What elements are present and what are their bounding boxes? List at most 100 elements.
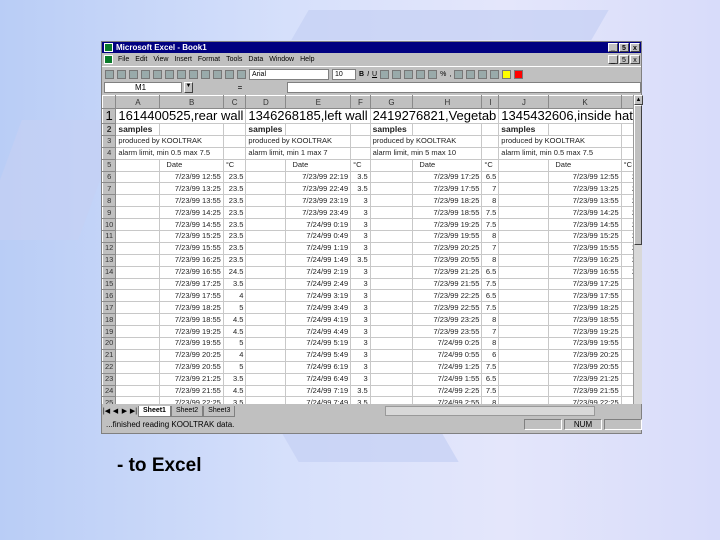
alarm-limit-cell[interactable]: alarm limit, min 0.5 max 7.5 [498, 146, 622, 160]
row-header[interactable]: 23 [102, 372, 117, 386]
date-cell[interactable]: 7/24/99 0:25 [412, 337, 483, 350]
equals-button[interactable]: = [195, 83, 285, 92]
column-header-d[interactable]: D [245, 95, 287, 109]
date-cell[interactable]: 7/23/99 20:55 [548, 360, 622, 374]
help-icon[interactable] [237, 69, 246, 79]
date-cell[interactable]: 7/23/99 13:25 [548, 182, 622, 196]
cell[interactable] [115, 289, 161, 303]
cell[interactable] [245, 230, 287, 243]
temp-header-cell[interactable]: °C [620, 158, 633, 172]
temperature-cell[interactable]: 3.5 [350, 396, 371, 404]
temperature-cell[interactable]: 23.5 [620, 253, 633, 267]
prev-sheet-icon[interactable]: ◀ [111, 407, 120, 415]
name-box-dropdown[interactable]: ▼ [184, 82, 193, 93]
cell[interactable] [115, 313, 161, 327]
cell[interactable] [115, 277, 161, 291]
row-header[interactable]: 21 [102, 348, 117, 362]
temperature-cell[interactable]: 7 [481, 241, 500, 255]
row-header[interactable]: 5 [102, 158, 117, 172]
cell[interactable] [245, 301, 287, 315]
cell[interactable] [498, 182, 550, 196]
date-cell[interactable]: 7/23/99 21:25 [159, 372, 224, 386]
date-cell[interactable]: 7/23/99 15:55 [548, 241, 622, 255]
temperature-cell[interactable]: 23.5 [620, 218, 633, 232]
producer-cell[interactable]: produced by KOOLTRAK [115, 134, 224, 148]
temperature-cell[interactable]: 8 [481, 194, 500, 208]
temperature-cell[interactable]: 4.5 [222, 384, 247, 398]
column-header-i[interactable]: I [481, 95, 500, 109]
column-header-k[interactable]: K [548, 95, 622, 109]
temp-header-cell[interactable]: °C [481, 158, 500, 172]
cell[interactable] [245, 241, 287, 255]
increase-decimal-icon[interactable] [454, 69, 464, 79]
date-cell[interactable]: 7/23/99 22:25 [412, 289, 483, 303]
cell[interactable] [245, 170, 287, 184]
fill-color-icon[interactable] [502, 69, 512, 79]
cell[interactable] [620, 123, 633, 136]
menu-edit[interactable]: Edit [135, 53, 147, 66]
underline-button[interactable]: U [372, 71, 377, 78]
cell[interactable] [498, 289, 550, 303]
date-cell[interactable]: 7/24/99 3:49 [285, 301, 352, 315]
title-cell[interactable]: 1614400525,rear wall [115, 108, 247, 124]
date-cell[interactable]: 7/24/99 7:49 [285, 396, 352, 404]
date-cell[interactable]: 7/23/99 18:55 [412, 206, 483, 220]
date-cell[interactable]: 7/23/99 17:25 [159, 277, 224, 291]
cell[interactable] [498, 277, 550, 291]
cell[interactable] [245, 360, 287, 374]
column-header-l[interactable]: L [620, 95, 633, 109]
temperature-cell[interactable]: 5 [222, 360, 247, 374]
samples-cell[interactable]: samples [245, 123, 287, 136]
temperature-cell[interactable]: 6.5 [481, 170, 500, 184]
cell[interactable] [245, 194, 287, 208]
date-cell[interactable]: 7/23/99 14:55 [159, 218, 224, 232]
cell[interactable] [115, 325, 161, 339]
cell[interactable] [115, 194, 161, 208]
cell[interactable] [498, 170, 550, 184]
date-cell[interactable]: 7/23/99 20:55 [412, 253, 483, 267]
indent-icon[interactable] [478, 69, 488, 79]
merge-center-icon[interactable] [416, 69, 426, 79]
cell[interactable] [369, 372, 414, 386]
cell[interactable] [350, 123, 371, 136]
date-cell[interactable]: 7/23/99 13:55 [159, 194, 224, 208]
temperature-cell[interactable]: 4.5 [620, 313, 633, 327]
row-header[interactable]: 25 [102, 396, 117, 404]
temperature-cell[interactable]: 3 [350, 325, 371, 339]
date-cell[interactable]: 7/23/99 18:55 [159, 313, 224, 327]
align-left-icon[interactable] [380, 69, 390, 79]
date-cell[interactable]: 7/23/99 16:25 [548, 253, 622, 267]
row-header[interactable]: 12 [102, 241, 117, 255]
date-cell[interactable]: 7/24/99 2:49 [285, 277, 352, 291]
cell[interactable] [369, 289, 414, 303]
row-header[interactable]: 19 [102, 325, 117, 339]
date-cell[interactable]: 7/23/99 14:25 [548, 206, 622, 220]
row-header[interactable]: 4 [102, 146, 117, 160]
menu-tools[interactable]: Tools [226, 53, 242, 66]
date-cell[interactable]: 7/23/99 21:55 [412, 277, 483, 291]
cell[interactable] [369, 241, 414, 255]
temperature-cell[interactable]: 3 [350, 265, 371, 279]
cell[interactable] [498, 337, 550, 350]
cell[interactable] [369, 206, 414, 220]
cell[interactable] [115, 206, 161, 220]
cell[interactable] [498, 325, 550, 339]
date-cell[interactable]: 7/23/99 22:25 [159, 396, 224, 404]
temperature-cell[interactable]: 3 [350, 289, 371, 303]
cell[interactable] [498, 384, 550, 398]
paste-icon[interactable] [153, 69, 162, 79]
date-cell[interactable]: 7/23/99 13:25 [159, 182, 224, 196]
column-header-g[interactable]: G [369, 95, 414, 109]
temperature-cell[interactable]: 8 [481, 253, 500, 267]
samples-cell[interactable]: samples [115, 123, 161, 136]
comma-button[interactable]: , [449, 71, 451, 78]
temperature-cell[interactable]: 3 [350, 194, 371, 208]
row-header[interactable]: 15 [102, 277, 117, 291]
tab-sheet3[interactable]: Sheet3 [203, 405, 236, 417]
temperature-cell[interactable]: 3 [350, 337, 371, 350]
date-cell[interactable]: 7/24/99 6:19 [285, 360, 352, 374]
date-cell[interactable]: 7/23/99 18:55 [548, 313, 622, 327]
date-cell[interactable]: 7/23/99 23:25 [412, 313, 483, 327]
row-header[interactable]: 24 [102, 384, 117, 398]
temperature-cell[interactable]: 7.5 [481, 218, 500, 232]
